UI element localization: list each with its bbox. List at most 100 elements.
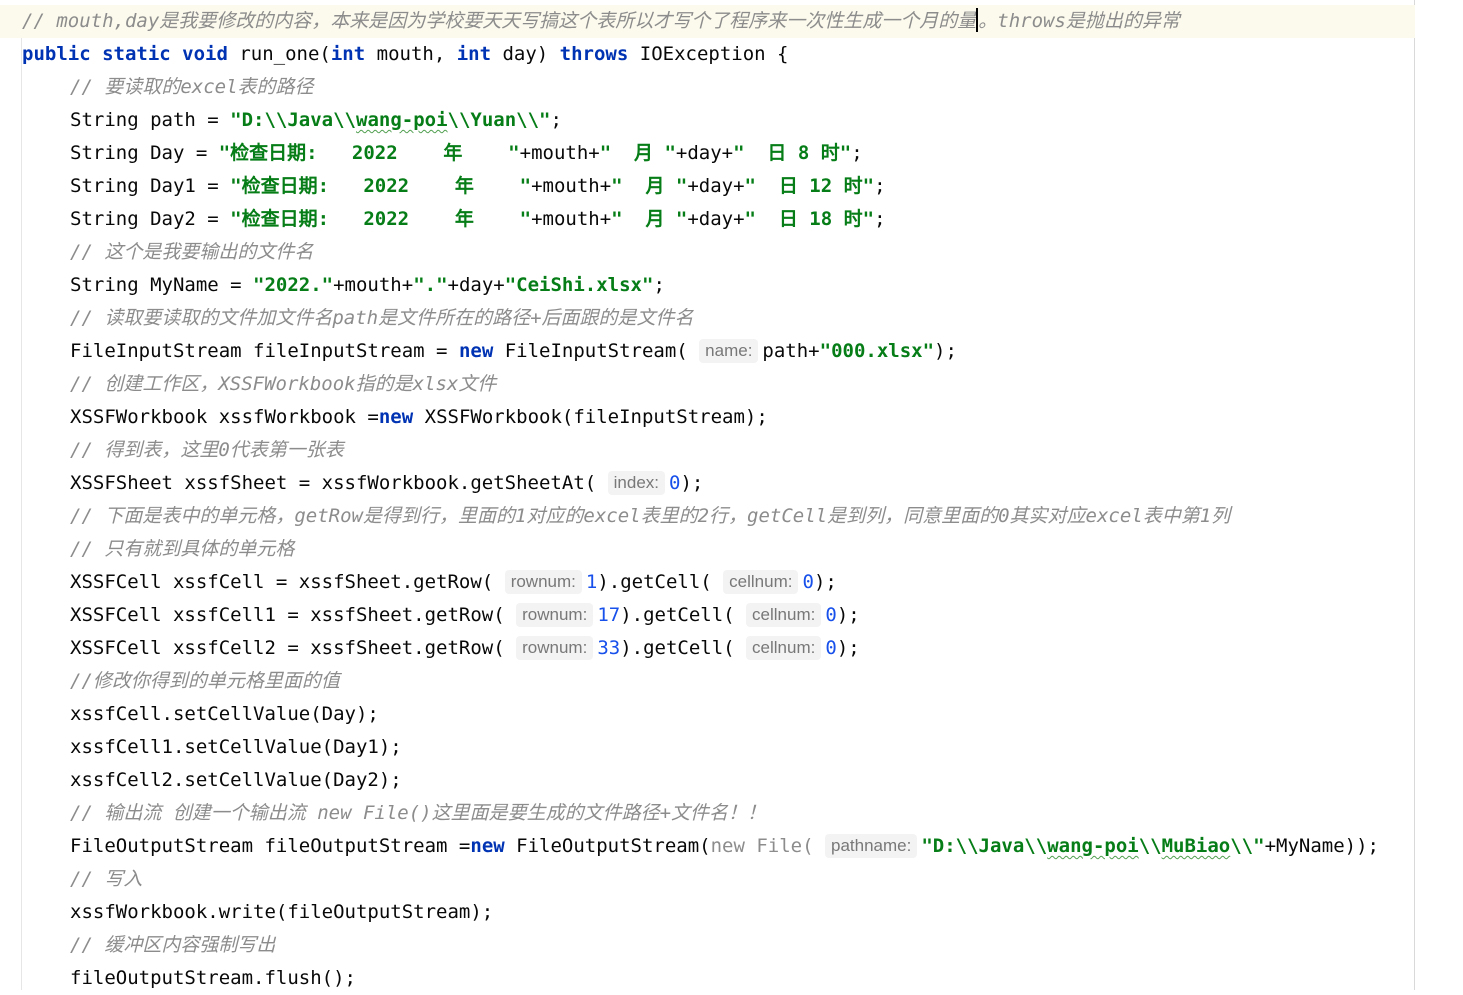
code-string: " 日 8 时" (733, 142, 852, 164)
code-keyword: int (456, 43, 503, 65)
code-token: String path = (70, 109, 231, 131)
code-line[interactable]: XSSFCell xssfCell2 = xssfSheet.getRow( r… (0, 632, 1415, 665)
code-comment: // 缓冲区内容强制写出 (70, 934, 276, 956)
code-comment: // 得到表，这里0代表第一张表 (70, 439, 344, 461)
code-token: ); (680, 472, 704, 494)
code-line[interactable]: public static void run_one(int mouth, in… (0, 38, 1415, 71)
code-line[interactable]: // 创建工作区，XSSFWorkbook指的是xlsx文件 (0, 368, 1415, 401)
code-line[interactable]: FileInputStream fileInputStream = new Fi… (0, 335, 1415, 368)
parameter-hint: pathname: (825, 834, 918, 858)
code-number: 17 (597, 604, 621, 626)
code-line[interactable]: xssfWorkbook.write(fileOutputStream); (0, 896, 1415, 929)
code-token: String MyName = (70, 274, 254, 296)
code-keyword: new (470, 835, 517, 857)
code-string: "000.xlsx" (819, 340, 935, 362)
code-comment: // mouth,day是我要修改的内容，本来是因为学校要天天写搞这个表所以才写… (22, 10, 977, 32)
code-line[interactable]: String path = "D:\\Java\\wang-poi\\Yuan\… (0, 104, 1415, 137)
code-token: xssfWorkbook.write(fileOutputStream); (70, 901, 494, 923)
code-token: String Day2 = (70, 208, 231, 230)
code-token: new File( (710, 835, 825, 857)
code-number: 0 (825, 604, 837, 626)
code-token: ).getCell( (620, 637, 747, 659)
code-token: +day+ (687, 208, 745, 230)
parameter-hint: cellnum: (723, 570, 799, 594)
code-line[interactable]: // 写入 (0, 863, 1415, 896)
code-line[interactable]: // 读取要读取的文件加文件名path是文件所在的路径+后面跟的是文件名 (0, 302, 1415, 335)
code-token: +day+ (447, 274, 505, 296)
parameter-hint: rownum: (516, 603, 594, 627)
parameter-hint: rownum: (504, 570, 582, 594)
code-string: wang-poi (1047, 835, 1139, 857)
code-token: +day+ (687, 175, 745, 197)
code-string: "2022." (253, 274, 334, 296)
code-token: ; (851, 142, 863, 164)
code-line[interactable]: // 要读取的excel表的路径 (0, 71, 1415, 104)
code-token: run_one( (239, 43, 331, 65)
code-token: xssfCell1.setCellValue(Day1); (70, 736, 402, 758)
code-line[interactable]: // 缓冲区内容强制写出 (0, 929, 1415, 962)
code-token: ).getCell( (620, 604, 747, 626)
code-line[interactable]: // 只有就到具体的单元格 (0, 533, 1415, 566)
code-line-current[interactable]: // mouth,day是我要修改的内容，本来是因为学校要天天写搞这个表所以才写… (0, 5, 1415, 38)
code-line[interactable]: xssfCell.setCellValue(Day); (0, 698, 1415, 731)
code-keyword: throws (559, 43, 640, 65)
code-token: String Day = (70, 142, 219, 164)
code-token: XSSFCell xssfCell = xssfSheet.getRow( (70, 571, 505, 593)
parameter-hint: name: (699, 339, 759, 363)
code-token: +mouth+ (519, 142, 600, 164)
code-string: \\" (1230, 835, 1265, 857)
code-string: "D:\\Java\\ (230, 109, 356, 131)
code-token: IOException { (639, 43, 789, 65)
code-line[interactable]: // 下面是表中的单元格，getRow是得到行，里面的1对应的excel表里的2… (0, 500, 1415, 533)
code-number: 0 (802, 571, 814, 593)
code-token: ; (653, 274, 665, 296)
code-string: wang-poi (356, 109, 448, 131)
code-string: \\Yuan\\" (447, 109, 551, 131)
code-line[interactable]: XSSFSheet xssfSheet = xssfWorkbook.getSh… (0, 467, 1415, 500)
code-line[interactable]: FileOutputStream fileOutputStream =new F… (0, 830, 1415, 863)
code-line[interactable]: // 输出流 创建一个输出流 new File()这里面是要生成的文件路径+文件… (0, 797, 1415, 830)
code-line[interactable]: String Day1 = "检查日期: 2022 年 "+mouth+" 月 … (0, 170, 1415, 203)
code-token: XSSFWorkbook(fileInputStream); (424, 406, 768, 428)
code-token: xssfCell2.setCellValue(Day2); (70, 769, 402, 791)
code-token: xssfCell.setCellValue(Day); (70, 703, 379, 725)
code-token: ); (836, 637, 860, 659)
code-line[interactable]: XSSFCell xssfCell = xssfSheet.getRow( ro… (0, 566, 1415, 599)
code-line[interactable]: String MyName = "2022."+mouth+"."+day+"C… (0, 269, 1415, 302)
code-comment: 。throws是抛出的异常 (978, 10, 1180, 32)
code-line[interactable]: fileOutputStream.flush(); (0, 962, 1415, 995)
code-line[interactable]: // 这个是我要输出的文件名 (0, 236, 1415, 269)
parameter-hint: cellnum: (746, 603, 822, 627)
code-line[interactable]: // 得到表，这里0代表第一张表 (0, 434, 1415, 467)
code-token: XSSFCell xssfCell1 = xssfSheet.getRow( (70, 604, 517, 626)
code-line[interactable]: xssfCell1.setCellValue(Day1); (0, 731, 1415, 764)
code-token: +mouth+ (531, 208, 612, 230)
code-line[interactable]: String Day2 = "检查日期: 2022 年 "+mouth+" 月 … (0, 203, 1415, 236)
code-comment: // 读取要读取的文件加文件名path是文件所在的路径+后面跟的是文件名 (70, 307, 694, 329)
code-string: "CeiShi.xlsx" (504, 274, 654, 296)
code-token: FileOutputStream( (516, 835, 711, 857)
code-editor[interactable]: // mouth,day是我要修改的内容，本来是因为学校要天天写搞这个表所以才写… (0, 0, 1463, 990)
code-token: +MyName)); (1264, 835, 1379, 857)
code-line[interactable]: //修改你得到的单元格里面的值 (0, 665, 1415, 698)
code-string: " 日 12 时" (744, 175, 875, 197)
code-string: " 月 " (611, 175, 688, 197)
code-string: "检查日期: 2022 年 " (230, 175, 532, 197)
code-string: "." (413, 274, 448, 296)
code-token: ; (874, 175, 886, 197)
code-token: +mouth+ (531, 175, 612, 197)
code-token: ; (874, 208, 886, 230)
code-token: ); (813, 571, 837, 593)
code-token: ; (550, 109, 562, 131)
code-string: "检查日期: 2022 年 " (218, 142, 520, 164)
code-string: " 月 " (611, 208, 688, 230)
code-line[interactable]: xssfCell2.setCellValue(Day2); (0, 764, 1415, 797)
code-comment: // 只有就到具体的单元格 (70, 538, 295, 560)
code-string: MuBiao (1161, 835, 1231, 857)
code-line[interactable]: XSSFCell xssfCell1 = xssfSheet.getRow( r… (0, 599, 1415, 632)
code-line[interactable]: String Day = "检查日期: 2022 年 "+mouth+" 月 "… (0, 137, 1415, 170)
code-comment: //修改你得到的单元格里面的值 (70, 670, 340, 692)
code-line[interactable]: XSSFWorkbook xssfWorkbook =new XSSFWorkb… (0, 401, 1415, 434)
code-string: " 日 18 时" (744, 208, 875, 230)
code-token: ).getCell( (597, 571, 724, 593)
